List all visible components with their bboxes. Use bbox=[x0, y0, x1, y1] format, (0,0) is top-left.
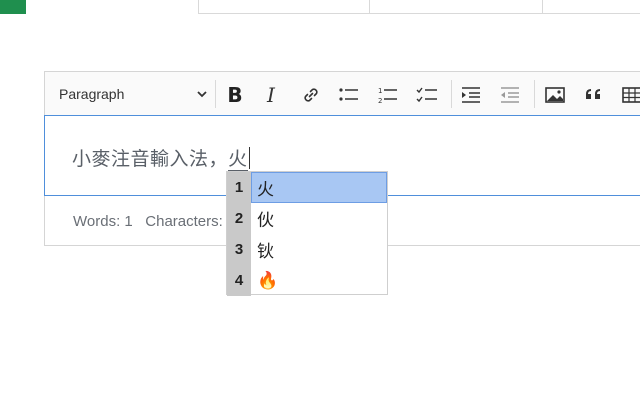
cell-divider bbox=[542, 0, 543, 13]
spreadsheet-row bbox=[198, 0, 640, 14]
bulleted-list-icon bbox=[339, 88, 358, 101]
editor-paragraph: 小麥注音輸入法，火 bbox=[72, 144, 250, 171]
words-count: Words: 1 bbox=[73, 213, 133, 230]
todo-list-icon bbox=[416, 87, 437, 103]
indent-button[interactable] bbox=[458, 82, 484, 108]
chevron-down-icon bbox=[197, 91, 207, 98]
svg-text:1: 1 bbox=[378, 87, 382, 95]
todo-list-button[interactable] bbox=[414, 82, 440, 108]
text-caret bbox=[248, 147, 250, 169]
ime-candidate[interactable]: 2 伙 bbox=[227, 203, 387, 234]
table-icon bbox=[622, 87, 640, 103]
candidate-number: 3 bbox=[227, 234, 251, 265]
candidate-number: 4 bbox=[227, 265, 251, 296]
ime-candidate[interactable]: 4 🔥 bbox=[227, 265, 387, 296]
bold-icon: B bbox=[227, 83, 243, 107]
svg-text:2: 2 bbox=[378, 97, 382, 105]
outdent-button[interactable] bbox=[497, 82, 523, 108]
toolbar-separator bbox=[215, 80, 216, 108]
indent-icon bbox=[462, 87, 480, 103]
cell-divider bbox=[369, 0, 370, 13]
candidate-number: 1 bbox=[227, 172, 251, 203]
italic-button[interactable]: I bbox=[258, 82, 284, 108]
image-icon bbox=[545, 87, 565, 103]
block-format-dropdown[interactable]: Paragraph bbox=[59, 83, 209, 105]
toolbar-separator bbox=[534, 80, 535, 108]
candidate-char: 火 bbox=[251, 172, 387, 203]
blockquote-button[interactable] bbox=[581, 82, 607, 108]
italic-icon: I bbox=[267, 83, 275, 107]
numbered-list-icon: 1 2 bbox=[378, 87, 397, 105]
candidate-number: 2 bbox=[227, 203, 251, 234]
word-count: Words: 1 Characters: 8 bbox=[73, 213, 235, 230]
insert-table-button[interactable] bbox=[619, 82, 640, 108]
ime-candidate-window: 1 火 2 伙 3 钬 4 🔥 bbox=[226, 171, 388, 296]
bold-button[interactable]: B bbox=[222, 82, 248, 108]
characters-count: Characters: 8 bbox=[145, 213, 236, 230]
insert-image-button[interactable] bbox=[542, 82, 568, 108]
sheet-tab-indicator bbox=[0, 0, 26, 14]
numbered-list-button[interactable]: 1 2 bbox=[375, 82, 401, 108]
composing-text: 火 bbox=[228, 148, 248, 171]
link-button[interactable] bbox=[298, 82, 324, 108]
toolbar-separator bbox=[451, 80, 452, 108]
outdent-icon bbox=[501, 87, 519, 103]
candidate-char: 钬 bbox=[257, 242, 274, 262]
bulleted-list-button[interactable] bbox=[336, 82, 362, 108]
committed-text: 小麥注音輸入法， bbox=[72, 148, 229, 170]
link-icon bbox=[304, 88, 318, 102]
blockquote-icon bbox=[586, 89, 600, 99]
ime-candidate[interactable]: 1 火 bbox=[227, 172, 387, 203]
candidate-char: 伙 bbox=[257, 211, 274, 231]
ime-candidate[interactable]: 3 钬 bbox=[227, 234, 387, 265]
candidate-char: 🔥 bbox=[257, 270, 279, 291]
block-format-label: Paragraph bbox=[59, 86, 125, 102]
editor-toolbar: Paragraph B I 1 2 bbox=[44, 71, 640, 115]
